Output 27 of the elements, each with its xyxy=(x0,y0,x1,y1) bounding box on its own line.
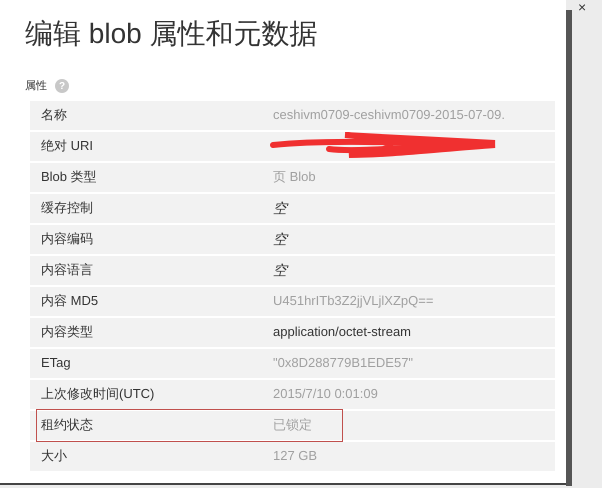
property-value: ceshivm0709-ceshivm0709-2015-07-09. xyxy=(273,106,505,124)
property-label: 内容类型 xyxy=(40,323,94,342)
property-value: U451hrITb3Z2jjVLjlXZpQ== xyxy=(273,292,434,310)
dialog-title: 编辑 blob 属性和元数据 xyxy=(25,17,318,51)
section-label: 属性 xyxy=(25,79,47,94)
property-value[interactable]: application/octet-stream xyxy=(273,322,412,342)
property-value: 127 GB xyxy=(273,447,318,466)
property-label: 内容语言 xyxy=(40,261,94,280)
property-label: 内容 MD5 xyxy=(40,292,100,310)
property-value: 2015/7/10 0:01:09 xyxy=(273,385,378,404)
property-label: ETag xyxy=(40,354,72,372)
property-value: 已锁定 xyxy=(273,416,312,434)
property-value: "0x8D288779B1EDE57" xyxy=(273,354,414,372)
property-label: 租约状态 xyxy=(40,416,94,434)
property-label: 上次修改时间(UTC) xyxy=(40,385,156,404)
property-value: 空 xyxy=(273,260,287,280)
property-value: 页 Blob xyxy=(273,168,316,186)
property-label: 内容编码 xyxy=(40,230,94,248)
close-button[interactable]: × xyxy=(578,0,586,14)
property-label: Blob 类型 xyxy=(40,168,98,186)
property-value: 空 xyxy=(273,198,287,218)
property-label: 大小 xyxy=(40,447,68,466)
property-value: 空 xyxy=(273,230,287,248)
property-label: 缓存控制 xyxy=(40,199,94,218)
property-label: 名称 xyxy=(40,106,68,124)
scrollbar[interactable] xyxy=(566,10,572,486)
property-label: 绝对 URI xyxy=(40,137,94,156)
